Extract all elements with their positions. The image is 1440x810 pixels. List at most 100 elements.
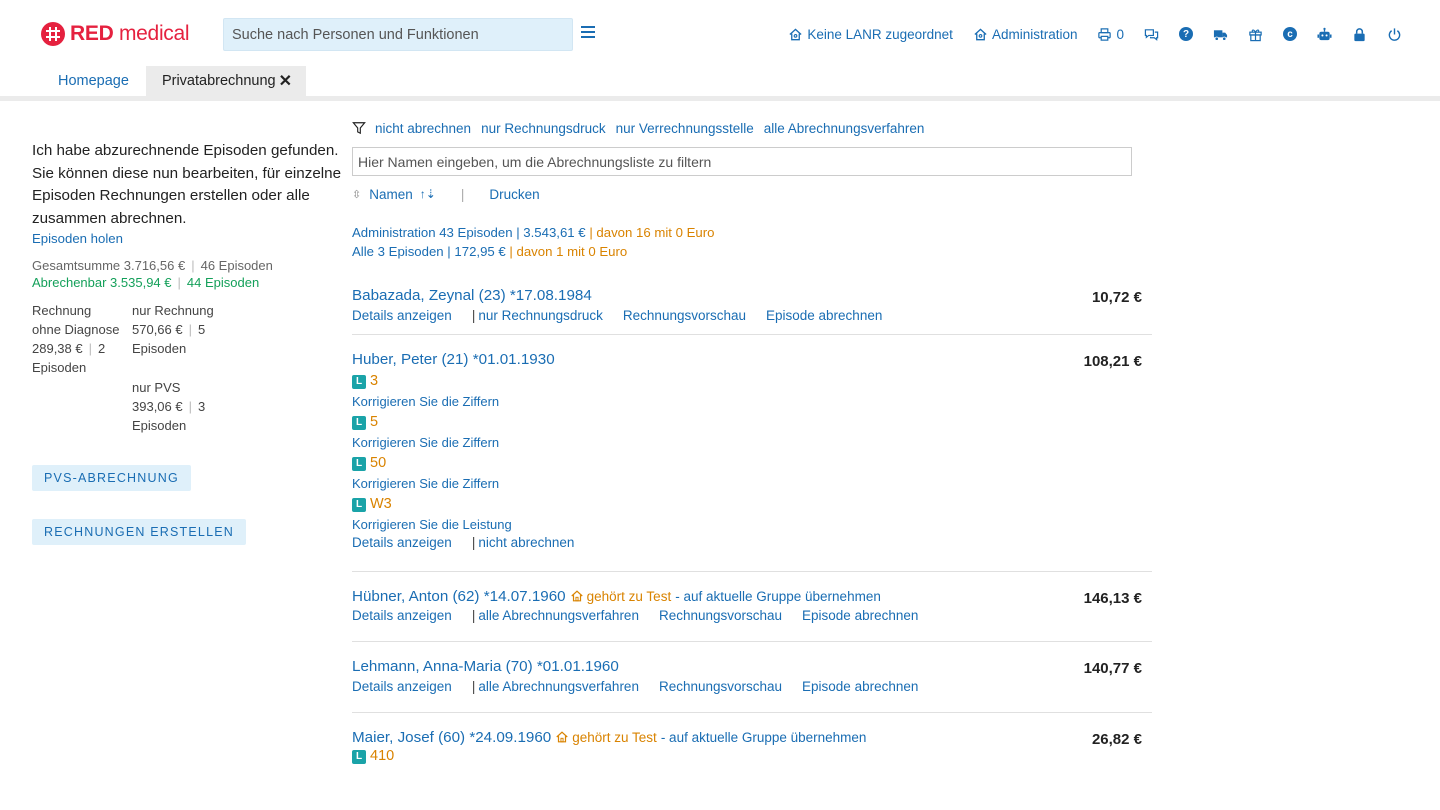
episode-actions: Details anzeigen | nur Rechnungsdruck Rec… [352,308,883,323]
pvs-billing-button[interactable]: PVS-ABRECHNUNG [32,465,191,491]
app-header: RED medical Keine LANR zugeordnet Admini… [0,0,1440,66]
close-icon[interactable]: ✕ [279,71,292,91]
patient-name-link[interactable]: Babazada, Zeynal (23) *17.08.1984 [352,287,592,304]
create-invoices-button[interactable]: RECHNUNGEN ERSTELLEN [32,519,247,545]
billing-mode-link[interactable]: alle Abrechnungsverfahren [478,608,639,623]
fee-code[interactable]: 5 [370,414,378,430]
print-count: 0 [1116,26,1124,42]
invoice-preview-link[interactable]: Rechnungsvorschau [659,608,782,623]
adopt-group-link[interactable]: - auf aktuelle Gruppe übernehmen [661,730,867,745]
details-link[interactable]: Details anzeigen [352,608,452,623]
fee-code[interactable]: 3 [370,373,378,389]
red-medical-logo[interactable]: RED medical [41,21,190,47]
copyright-icon: c [1283,27,1297,41]
billing-mode-link[interactable]: nur Rechnungsdruck [478,308,603,323]
printer-icon [1098,27,1112,41]
bill-episode-link[interactable]: Episode abrechnen [802,679,918,694]
invoice-preview-link[interactable]: Rechnungsvorschau [659,679,782,694]
chat-button[interactable] [1144,27,1159,42]
filter-not-billed[interactable]: nicht abrechnen [375,121,471,136]
billing-mode-link[interactable]: alle Abrechnungsverfahren [478,679,639,694]
sort-row: ⇳ Namen ↑⇣ | Drucken [352,186,540,202]
correction-hint[interactable]: Korrigieren Sie die Leistung [352,515,1152,536]
patient-name-link[interactable]: Hübner, Anton (62) *14.07.1960 [352,588,566,605]
logo-hash-icon [41,22,65,46]
tab-privatabrechnung[interactable]: Privatabrechnung ✕ [145,66,307,96]
correction-hint[interactable]: Korrigieren Sie die Ziffern [352,433,1152,454]
administration-label: Administration [991,26,1078,42]
tab-bar: Homepage Privatabrechnung ✕ [41,66,307,96]
invoice-preview-link[interactable]: Rechnungsvorschau [623,308,746,323]
gift-button[interactable] [1248,27,1263,42]
patient-name-link[interactable]: Huber, Peter (21) *01.01.1930 [352,351,555,368]
lanr-link[interactable]: Keine LANR zugeordnet [788,27,953,42]
help-button[interactable]: ? [1179,27,1193,41]
administration-link[interactable]: Administration [973,26,1078,42]
lock-button[interactable] [1352,27,1367,42]
correction-hint[interactable]: Korrigieren Sie die Ziffern [352,474,1152,495]
bill-episode-link[interactable]: Episode abrechnen [766,308,882,323]
billable-sum: Abrechenbar 3.535,94 € | 44 Episoden [32,275,260,290]
total-amount: Gesamtsumme 3.716,56 € [32,258,186,273]
intro-text: Ich habe abzurechnende Episoden gefunden… [32,142,342,227]
lab-badge: L [352,416,366,430]
correction-hint[interactable]: Korrigieren Sie die Ziffern [352,392,1152,413]
episode-price: 140,77 € [1083,660,1142,677]
home-icon [974,27,987,40]
episode-summary: Administration 43 Episoden | 3.543,61 € … [352,223,1152,261]
home-icon [570,590,583,602]
billable-episodes: 44 Episoden [186,275,260,290]
total-sum: Gesamtsumme 3.716,56 € | 46 Episoden [32,258,273,273]
copyright-button[interactable]: c [1283,27,1297,41]
patient-name-link[interactable]: Maier, Josef (60) *24.09.1960 [352,729,551,746]
filter-clearing-office[interactable]: nur Verrechnungsstelle [616,121,754,136]
hamburger-menu-icon[interactable] [581,26,595,42]
tab-underline [0,96,1440,101]
name-filter-input[interactable] [352,147,1132,176]
episode-price: 10,72 € [1091,289,1142,306]
episode-entry: 140,77 € Lehmann, Anna-Maria (70) *01.01… [352,642,1152,713]
tab-homepage[interactable]: Homepage [41,66,146,96]
sort-direction-icon[interactable]: ↑⇣ [420,187,436,201]
fee-code[interactable]: 410 [370,748,394,764]
get-episodes-link[interactable]: Episoden holen [32,231,352,246]
total-episodes: 46 Episoden [200,258,273,273]
sort-icon: ⇳ [352,188,362,201]
header-toolbar: Keine LANR zugeordnet Administration 0 ?… [788,24,1402,44]
logout-button[interactable] [1387,27,1402,42]
filter-all-methods[interactable]: alle Abrechnungsverfahren [764,121,925,136]
episode-price: 26,82 € [1091,731,1142,748]
patient-name-link[interactable]: Lehmann, Anna-Maria (70) *01.01.1960 [352,658,619,675]
delivery-button[interactable] [1213,27,1228,42]
episode-actions: Details anzeigen | alle Abrechnungsverfah… [352,608,919,623]
episode-price: 146,13 € [1083,590,1142,607]
fee-code[interactable]: W3 [370,496,392,512]
print-list-link[interactable]: Drucken [489,187,539,202]
episode-entry: 10,72 € Babazada, Zeynal (23) *17.08.198… [352,275,1152,335]
breakdown-no-diagnosis: Rechnung ohne Diagnose 289,38 € | 2 Episod… [32,303,120,375]
group-info: gehört zu Test [570,589,672,604]
bill-episode-link[interactable]: Episode abrechnen [802,608,918,623]
details-link[interactable]: Details anzeigen [352,308,452,323]
lanr-label: Keine LANR zugeordnet [807,26,953,42]
details-link[interactable]: Details anzeigen [352,679,452,694]
tab-label: Homepage [58,73,129,89]
billing-mode-link[interactable]: nicht abrechnen [478,535,574,550]
filter-row: nicht abrechnen nur Rechnungsdruck nur V… [352,118,1152,138]
sort-by-name[interactable]: Namen [369,187,413,202]
episode-entry: 146,13 € Hübner, Anton (62) *14.07.1960 … [352,572,1152,642]
print-queue-button[interactable]: 0 [1097,27,1124,42]
chat-icon [1144,28,1159,41]
lab-badge: L [352,750,366,764]
billable-amount: Abrechenbar 3.535,94 € [32,275,172,290]
adopt-group-link[interactable]: - auf aktuelle Gruppe übernehmen [675,589,881,604]
details-link[interactable]: Details anzeigen [352,535,452,550]
fee-code[interactable]: 50 [370,455,386,471]
group-label: gehört zu Test [586,589,672,604]
assistant-button[interactable] [1317,27,1332,42]
filter-invoice-print[interactable]: nur Rechnungsdruck [481,121,606,136]
global-search-input[interactable] [223,18,573,51]
question-icon: ? [1179,27,1193,41]
logo-text: RED medical [70,22,190,45]
episode-actions: Details anzeigen | nicht abrechnen [352,535,575,550]
